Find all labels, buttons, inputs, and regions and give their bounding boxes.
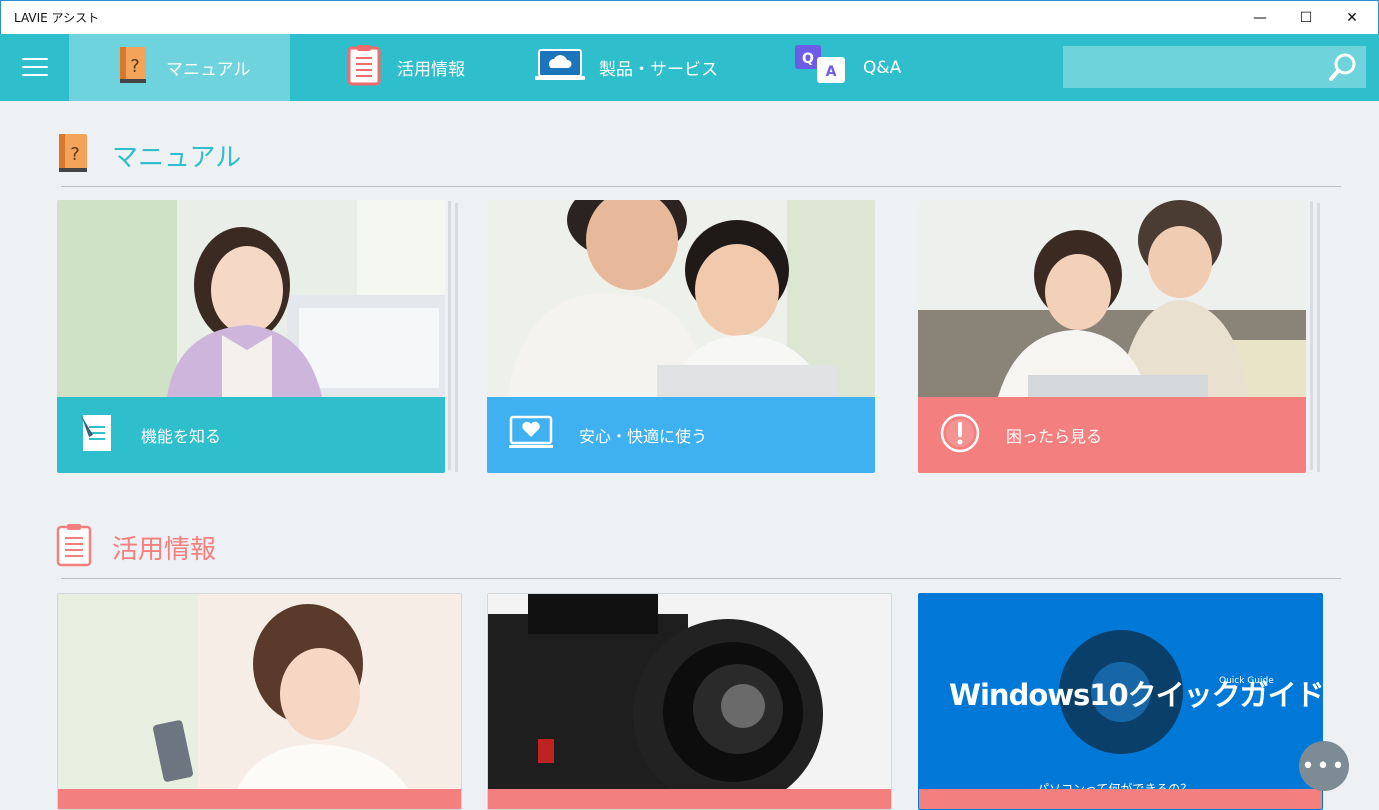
search-box[interactable] [1063,46,1366,88]
manual-card-safe-use-label: 安心・快適に使う [579,427,708,446]
svg-text:?: ? [70,144,80,165]
card-stack-edge [448,201,451,470]
info-section-divider [61,578,1341,579]
manual-card-troubleshoot-label: 困ったら見る [1006,427,1103,446]
svg-text:A: A [826,64,837,80]
close-icon: ✕ [1346,9,1358,26]
clipboard-list-icon [56,523,92,571]
info-card-label-strip [488,789,891,809]
woman-smartphone-photo [58,594,461,809]
qa-bubbles-icon: Q A [795,45,847,90]
svg-text:Q: Q [802,51,814,67]
card-stack-edge [455,203,458,472]
info-card-smartphone[interactable] [57,593,462,810]
clipboard-list-icon [347,44,381,91]
window-title: LAVIE アシスト [14,11,100,25]
woman-at-computer-photo [57,200,445,397]
info-card-label-strip [919,789,1322,809]
title-bar: LAVIE アシスト — ☐ ✕ [0,0,1379,34]
more-dots-icon: ••• [1301,753,1347,779]
manual-card-safe-use[interactable]: 安心・快適に使う [487,200,875,473]
info-card-camera[interactable] [487,593,892,810]
manual-section-title: マニュアル [112,142,242,173]
search-icon[interactable] [1328,52,1358,86]
maximize-icon: ☐ [1299,9,1313,26]
card-stack-edge [1317,203,1320,472]
svg-text:?: ? [130,56,140,77]
manual-card-troubleshoot[interactable]: 困ったら見る [918,200,1306,473]
tab-qa-label: Q&A [863,57,902,78]
manual-book-icon: ? [118,45,148,90]
card-stack-edge [1310,201,1313,470]
minimize-icon: — [1253,9,1267,26]
tab-qa[interactable]: Q A Q&A [795,34,901,101]
camera-lens-photo [488,594,891,809]
manual-card-features[interactable]: 機能を知る [57,200,445,473]
cloud-monitor-icon [535,48,585,87]
tab-usage-info[interactable]: 活用情報 [347,34,465,101]
windows10-guide-subtitle: Quick Guide [1219,676,1274,686]
tab-products-services-label: 製品・サービス [599,60,718,80]
women-laptop-photo [918,200,1306,397]
tab-usage-info-label: 活用情報 [397,60,465,80]
more-options-button[interactable]: ••• [1299,741,1349,791]
hamburger-menu-icon[interactable] [22,58,48,78]
alert-circle-icon [940,413,980,457]
manual-card-features-label: 機能を知る [141,427,222,446]
minimize-button[interactable]: — [1237,1,1283,34]
tab-products-services[interactable]: 製品・サービス [535,34,718,101]
manual-book-icon: ? [56,132,90,178]
manual-section-divider [61,186,1341,187]
close-button[interactable]: ✕ [1329,1,1375,34]
info-card-windows10-guide[interactable]: Windows10クイックガイド! Quick Guide パソコンって何ができ… [918,593,1323,810]
tab-manual-label: マニュアル [166,60,251,80]
manual-card-troubleshoot-label-bar: 困ったら見る [918,397,1306,473]
info-section-title: 活用情報 [112,534,217,565]
info-card-label-strip [58,789,461,809]
search-input[interactable] [1063,46,1323,88]
father-son-laptop-photo [487,200,875,397]
manual-card-safe-use-label-bar: 安心・快適に使う [487,397,875,473]
info-section-header: 活用情報 [56,523,216,571]
tab-manual[interactable]: ? マニュアル [69,34,290,101]
maximize-button[interactable]: ☐ [1283,1,1329,34]
top-navigation-bar: ? マニュアル 活用情報 製品・サービス Q A Q&A [0,34,1379,101]
manual-section-header: ? マニュアル [56,132,241,178]
document-pencil-icon [79,413,115,457]
manual-card-features-label-bar: 機能を知る [57,397,445,473]
monitor-heart-icon [509,415,553,455]
